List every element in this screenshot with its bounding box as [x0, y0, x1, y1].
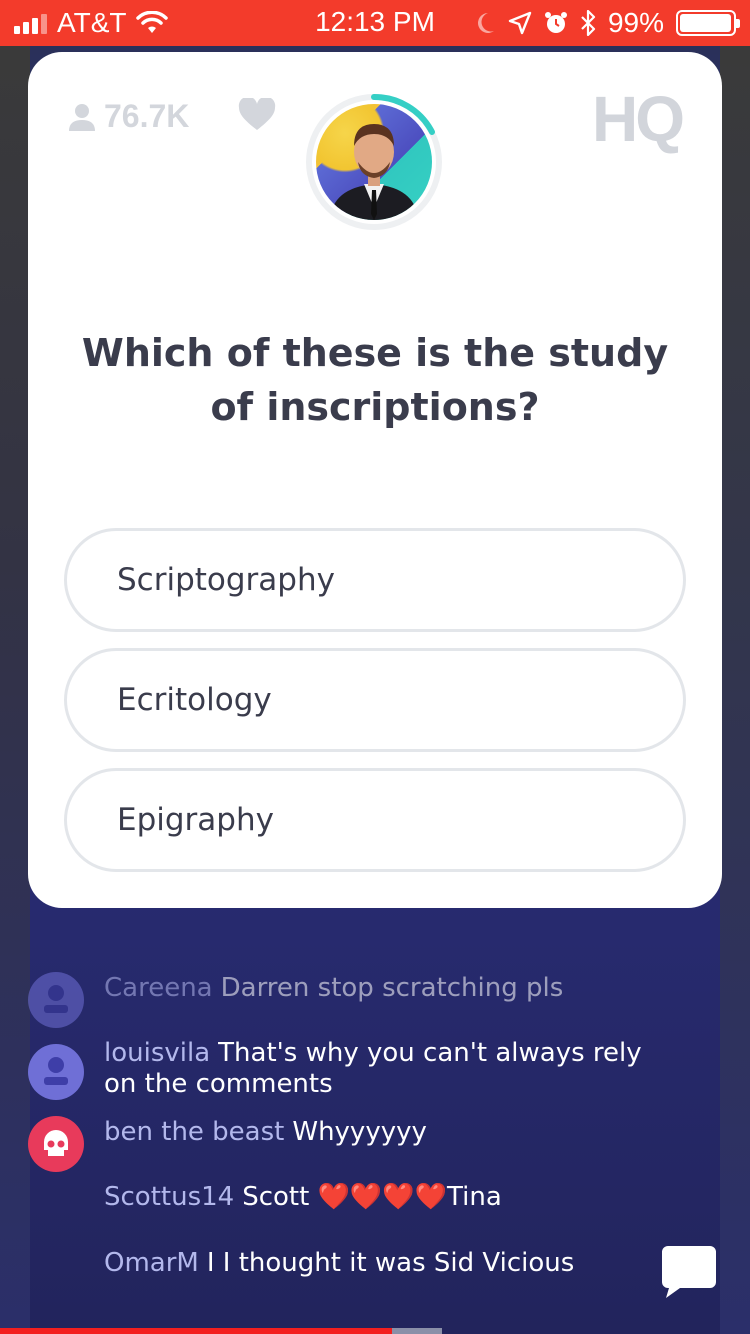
chat-message-body: I I thought it was Sid Vicious — [206, 1248, 575, 1278]
person-icon — [69, 103, 95, 131]
chat-message-body: Whyyyyyy — [292, 1117, 427, 1147]
status-bar: AT&T 12:13 PM 99% — [0, 0, 750, 46]
question-card: 76.7K HQ Which of these is the study of … — [28, 52, 722, 908]
chat-message-body: Scott ❤️❤️❤️❤️Tina — [242, 1182, 502, 1212]
avatar — [28, 1116, 84, 1172]
chat-username: OmarM — [104, 1248, 199, 1278]
viewer-count: 76.7K — [68, 98, 189, 135]
answer-option-3[interactable]: Epigraphy — [64, 768, 686, 872]
chat-text: louisvila That's why you can't always rel… — [104, 1038, 644, 1100]
person-icon — [44, 985, 68, 1013]
video-edge-left — [0, 46, 30, 1334]
host-portrait — [330, 124, 418, 220]
battery-percent: 99% — [607, 7, 664, 38]
chat-text: Scottus14 Scott ❤️❤️❤️❤️Tina — [104, 1182, 502, 1213]
hq-logo: HQ — [592, 83, 685, 155]
answer-label: Epigraphy — [117, 802, 274, 838]
location-arrow-icon — [508, 11, 532, 35]
video-progress-played — [0, 1328, 392, 1334]
heart-icon[interactable] — [238, 98, 276, 132]
viewer-count-label: 76.7K — [104, 98, 190, 134]
chat-text: OmarM I I thought it was Sid Vicious — [104, 1248, 574, 1279]
chat-message-body: Darren stop scratching pls — [220, 973, 564, 1003]
host-avatar-frame — [304, 92, 444, 232]
status-right: 99% — [474, 7, 740, 39]
chat-text: Careena Darren stop scratching pls — [104, 973, 563, 1004]
answer-option-2[interactable]: Ecritology — [64, 648, 686, 752]
alarm-icon — [544, 12, 567, 33]
moon-icon — [477, 13, 494, 33]
video-edge-right — [720, 46, 750, 1334]
battery-fill — [680, 14, 732, 32]
avatar — [28, 1044, 84, 1100]
person-icon — [44, 1057, 68, 1085]
avatar — [28, 972, 84, 1028]
chat-username: Scottus14 — [104, 1182, 235, 1212]
chat-username: louisvila — [104, 1038, 211, 1068]
chat-username: Careena — [104, 973, 213, 1003]
video-progress-buffered — [392, 1328, 442, 1334]
bluetooth-icon — [581, 10, 596, 36]
host-avatar — [316, 104, 432, 220]
chat-username: ben the beast — [104, 1117, 285, 1147]
answer-label: Ecritology — [117, 682, 272, 718]
answer-label: Scriptography — [117, 562, 335, 598]
answer-option-1[interactable]: Scriptography — [64, 528, 686, 632]
battery-icon — [676, 10, 740, 36]
chat-bubble-icon[interactable] — [660, 1244, 718, 1300]
skull-icon — [44, 1130, 68, 1156]
question-text: Which of these is the study of inscripti… — [81, 331, 669, 429]
chat-text: ben the beast Whyyyyyy — [104, 1117, 427, 1148]
